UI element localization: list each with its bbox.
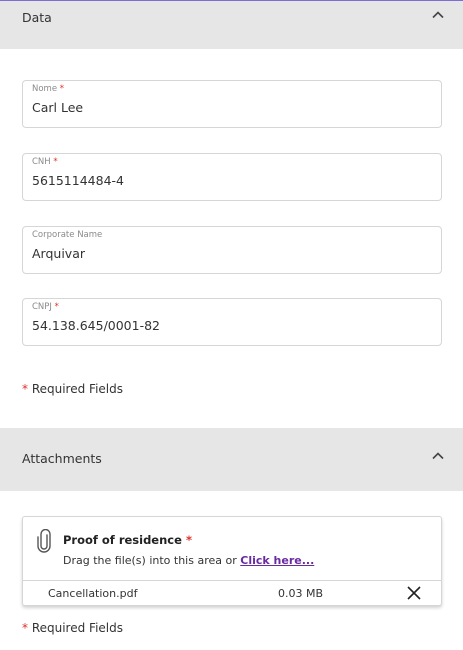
nome-input[interactable] — [32, 100, 432, 115]
upload-hint: Drag the file(s) into this area or Click… — [63, 554, 315, 567]
file-row: Cancellation.pdf 0.03 MB — [23, 580, 441, 606]
attachments-section-title: Attachments — [22, 451, 102, 466]
file-name: Cancellation.pdf — [48, 587, 138, 600]
required-fields-note: * Required Fields — [22, 382, 123, 396]
corporate-name-label: Corporate Name — [32, 230, 103, 240]
close-icon[interactable] — [406, 585, 422, 605]
file-size: 0.03 MB — [278, 587, 324, 600]
upload-dropzone[interactable]: Proof of residence * Drag the file(s) in… — [22, 516, 442, 606]
cnpj-label: CNPJ * — [32, 302, 59, 312]
paperclip-icon — [36, 528, 52, 557]
click-here-link[interactable]: Click here... — [240, 554, 314, 567]
nome-label: Nome * — [32, 84, 65, 94]
required-asterisk: * — [53, 157, 58, 167]
cnpj-field[interactable]: CNPJ * — [22, 298, 442, 346]
cnpj-input[interactable] — [32, 318, 432, 333]
corporate-name-field[interactable]: Corporate Name — [22, 226, 442, 274]
required-asterisk: * — [59, 84, 65, 94]
required-asterisk: * — [185, 533, 192, 547]
nome-field[interactable]: Nome * — [22, 80, 442, 128]
required-asterisk: * — [54, 302, 59, 312]
data-section-title: Data — [22, 10, 52, 25]
cnh-field[interactable]: CNH * — [22, 153, 442, 201]
data-section-header[interactable]: Data — [0, 0, 463, 49]
attachments-section-header[interactable]: Attachments — [0, 428, 463, 491]
corporate-name-input[interactable] — [32, 246, 432, 261]
upload-title: Proof of residence * — [63, 533, 192, 547]
chevron-up-icon[interactable] — [431, 449, 445, 463]
attachments-required-note: * Required Fields — [22, 621, 123, 635]
cnh-input[interactable] — [32, 173, 432, 188]
chevron-up-icon[interactable] — [431, 8, 445, 22]
cnh-label: CNH * — [32, 157, 58, 167]
